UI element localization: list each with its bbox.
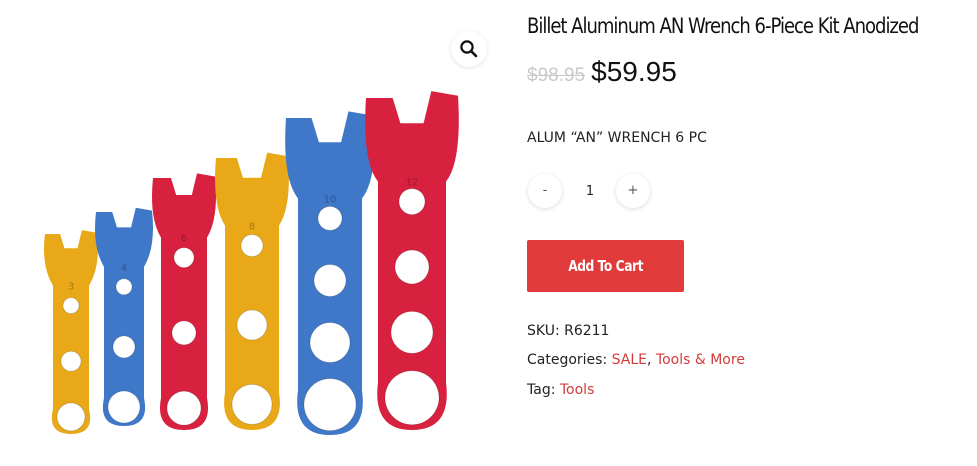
wrench-size-label: 8 [249,222,255,233]
wrench-3: 3 [44,230,98,434]
product-page: 3 4 6 8 10 12 Billet Aluminum AN Wrench 6-Pie… [0,0,977,466]
tag-link-tools[interactable]: Tools [560,382,595,398]
add-to-cart-label: Add To Cart [568,257,643,275]
wrench-size-label: 12 [406,178,419,189]
product-image: 3 4 6 8 10 12 [44,91,459,436]
add-to-cart-button[interactable]: Add To Cart [527,240,684,292]
wrench-hole [398,188,426,216]
wrench-hole [171,320,197,346]
wrench-12: 12 [365,91,459,430]
wrench-hole [112,335,136,359]
category-separator: , [647,352,652,368]
quantity-minus-button[interactable]: - [528,174,562,208]
sku-label: SKU: [527,323,560,339]
wrench-hole [394,249,430,285]
wrench-hole [62,297,80,315]
wrench-hole [313,263,347,297]
wrench-hole [166,390,202,426]
wrench-hole [173,247,195,269]
regular-price: $98.95 [527,65,586,86]
tag-label: Tag: [527,382,556,398]
product-tags: Tag: Tools [527,382,594,398]
zoom-button[interactable] [451,31,487,67]
wrench-hole [107,390,141,424]
product-sku: SKU: R6211 [527,323,609,339]
wrench-hole [236,309,268,341]
wrench-10: 10 [285,111,375,436]
wrench-hole [309,322,351,364]
magnifier-icon [460,40,478,58]
product-categories: Categories: SALE, Tools & More [527,352,745,368]
quantity-input[interactable] [569,174,611,208]
product-gallery[interactable]: 3 4 6 8 10 12 [0,0,500,466]
short-description: ALUM “AN” WRENCH 6 PC [527,130,707,146]
wrench-hole [240,234,264,258]
wrench-hole [231,383,273,425]
wrench-4: 4 [95,207,153,426]
price: $98.95 $59.95 [527,56,677,88]
quantity-stepper: - + [527,174,653,210]
wrench-hole [56,402,86,432]
wrench-6: 6 [152,173,216,430]
wrench-hole [303,378,357,432]
wrench-size-label: 10 [324,194,337,205]
wrench-hole [317,205,343,231]
wrench-hole [115,278,133,296]
wrench-size-label: 3 [68,282,74,293]
wrench-hole [390,310,434,354]
category-link-sale[interactable]: SALE [612,352,647,368]
wrench-8: 8 [215,152,289,430]
sku-value: R6211 [564,323,610,339]
wrench-hole [384,370,440,426]
category-link-tools-more[interactable]: Tools & More [656,352,745,368]
wrench-size-label: 4 [121,263,127,274]
product-title: Billet Aluminum AN Wrench 6-Piece Kit An… [527,14,919,38]
quantity-plus-button[interactable]: + [616,174,650,208]
sale-price: $59.95 [591,56,677,87]
categories-label: Categories: [527,352,608,368]
wrench-hole [60,350,82,372]
wrench-size-label: 6 [181,234,187,245]
